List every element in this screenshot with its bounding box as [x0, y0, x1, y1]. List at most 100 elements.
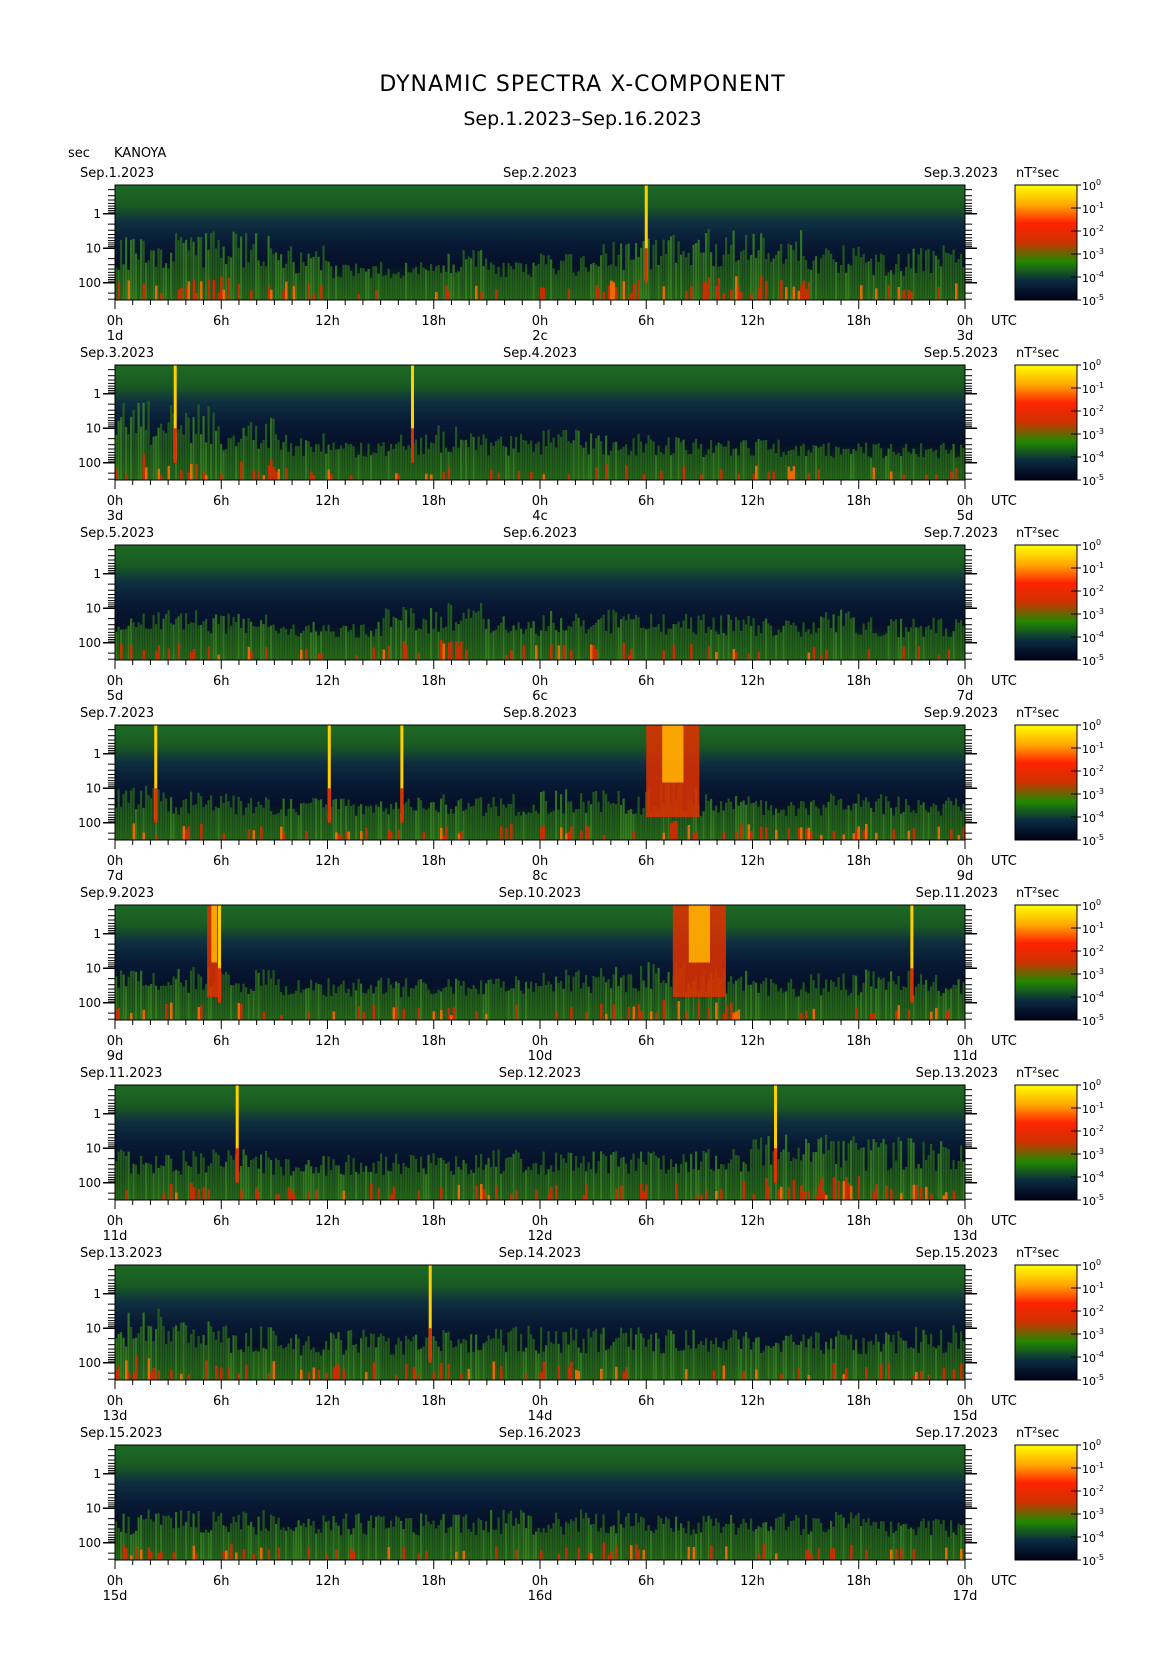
colorbar-tick-label: 10-2: [1082, 404, 1104, 419]
day-label-right: 17d: [953, 1589, 978, 1604]
y-tick-label: 1: [93, 1287, 101, 1301]
colorbar-tick-label: 10-3: [1082, 607, 1104, 622]
colorbar-tick-label: 10-2: [1082, 1484, 1104, 1499]
day-label-mid: 10d: [528, 1049, 553, 1064]
spike-line-base: [411, 428, 414, 463]
utc-label: UTC: [991, 1214, 1017, 1229]
panel-date-left: Sep.1.2023: [80, 166, 154, 181]
x-tick-label: 18h: [846, 854, 871, 869]
colorbar-tick-label: 10-4: [1082, 270, 1104, 285]
colorbar-tick-label: 10-3: [1082, 427, 1104, 442]
panel-date-left: Sep.7.2023: [80, 706, 154, 721]
x-tick-label: 0h: [532, 1034, 549, 1049]
y-tick-label: 1: [93, 747, 101, 761]
panel-date-right: Sep.5.2023: [924, 346, 998, 361]
panel-date-left: Sep.15.2023: [80, 1426, 162, 1441]
x-tick-label: 18h: [421, 1214, 446, 1229]
colorbar-tick-label: 10-1: [1082, 921, 1104, 936]
day-label-mid: 12d: [528, 1229, 553, 1244]
x-tick-label: 18h: [421, 314, 446, 329]
colorbar-tick-label: 10-3: [1082, 967, 1104, 982]
utc-label: UTC: [991, 314, 1017, 329]
x-tick-label: 12h: [740, 314, 765, 329]
colorbar-tick-label: 10-1: [1082, 381, 1104, 396]
colorbar-tick-label: 100: [1082, 358, 1101, 373]
spike-line-base: [173, 428, 177, 463]
y-tick-label: 10: [86, 1501, 101, 1515]
spike-line-base: [217, 968, 221, 1003]
colorbar-tick-label: 10-5: [1082, 833, 1104, 848]
day-label-right: 13d: [953, 1229, 978, 1244]
x-tick-label: 12h: [315, 674, 340, 689]
y-tick-label: 100: [78, 636, 101, 650]
x-tick-label: 6h: [638, 1394, 655, 1409]
spectra-panel: Sep.11.2023 Sep.12.2023 Sep.13.2023 nT²sec 1…: [78, 1066, 1104, 1244]
x-tick-label: 18h: [846, 1214, 871, 1229]
spike-line-base: [400, 788, 404, 823]
colorbar-tick-label: 10-5: [1082, 293, 1104, 308]
x-tick-label: 0h: [107, 1034, 124, 1049]
day-label-right: 15d: [953, 1409, 978, 1424]
x-tick-label: 0h: [957, 854, 974, 869]
panel-date-right: Sep.7.2023: [924, 526, 998, 541]
colorbar-tick-label: 10-3: [1082, 1147, 1104, 1162]
colorbar-unit: nT²sec: [1016, 526, 1059, 541]
colorbar-tick-label: 10-4: [1082, 630, 1104, 645]
x-tick-label: 12h: [315, 1574, 340, 1589]
x-tick-label: 12h: [315, 1214, 340, 1229]
x-tick-label: 0h: [107, 1394, 124, 1409]
colorbar-tick-label: 10-2: [1082, 1304, 1104, 1319]
panel-date-right: Sep.15.2023: [916, 1246, 998, 1261]
x-tick-label: 6h: [638, 494, 655, 509]
x-tick-label: 12h: [740, 494, 765, 509]
day-label-mid: 2c: [532, 329, 547, 344]
x-tick-label: 18h: [846, 494, 871, 509]
x-tick-label: 0h: [532, 1574, 549, 1589]
x-tick-label: 0h: [957, 494, 974, 509]
x-tick-label: 0h: [532, 854, 549, 869]
colorbar: [1014, 184, 1078, 301]
spectra-panel: Sep.7.2023 Sep.8.2023 Sep.9.2023 nT²sec 1 10 1…: [78, 706, 1104, 884]
x-tick-label: 0h: [107, 1574, 124, 1589]
colorbar-tick-label: 10-2: [1082, 584, 1104, 599]
y-tick-label: 10: [86, 421, 101, 435]
day-label-right: 7d: [957, 689, 974, 704]
colorbar: [1014, 1444, 1078, 1561]
panel-date-mid: Sep.12.2023: [499, 1066, 581, 1081]
strong-event-core: [662, 725, 684, 783]
panel-date-right: Sep.11.2023: [916, 886, 998, 901]
x-tick-label: 6h: [638, 854, 655, 869]
y-tick-label: 1: [93, 927, 101, 941]
x-tick-label: 0h: [532, 314, 549, 329]
y-tick-label: 1: [93, 1467, 101, 1481]
utc-label: UTC: [991, 674, 1017, 689]
strong-event-core: [688, 905, 710, 963]
day-label-left: 9d: [107, 1049, 124, 1064]
colorbar: [1014, 1264, 1078, 1381]
y-tick-label: 100: [78, 996, 101, 1010]
y-tick-label: 100: [78, 276, 101, 290]
colorbar-tick-label: 100: [1082, 1078, 1101, 1093]
colorbar-tick-label: 10-1: [1082, 741, 1104, 756]
spike-line-base: [154, 788, 158, 823]
x-tick-label: 6h: [213, 1034, 230, 1049]
y-tick-label: 10: [86, 1321, 101, 1335]
panel-date-left: Sep.9.2023: [80, 886, 154, 901]
colorbar-tick-label: 10-4: [1082, 1350, 1104, 1365]
colorbar-unit: nT²sec: [1016, 1426, 1059, 1441]
utc-label: UTC: [991, 854, 1017, 869]
panel-date-left: Sep.3.2023: [80, 346, 154, 361]
day-label-left: 3d: [107, 509, 124, 524]
x-tick-label: 12h: [315, 854, 340, 869]
x-tick-label: 0h: [957, 1574, 974, 1589]
x-tick-label: 6h: [213, 314, 230, 329]
x-tick-label: 18h: [846, 1394, 871, 1409]
colorbar-tick-label: 10-4: [1082, 1530, 1104, 1545]
day-label-mid: 14d: [528, 1409, 553, 1424]
day-label-left: 1d: [107, 329, 124, 344]
colorbar-unit: nT²sec: [1016, 1246, 1059, 1261]
x-tick-label: 0h: [107, 494, 124, 509]
x-tick-label: 12h: [315, 1394, 340, 1409]
x-tick-label: 12h: [740, 1034, 765, 1049]
x-tick-label: 12h: [315, 494, 340, 509]
